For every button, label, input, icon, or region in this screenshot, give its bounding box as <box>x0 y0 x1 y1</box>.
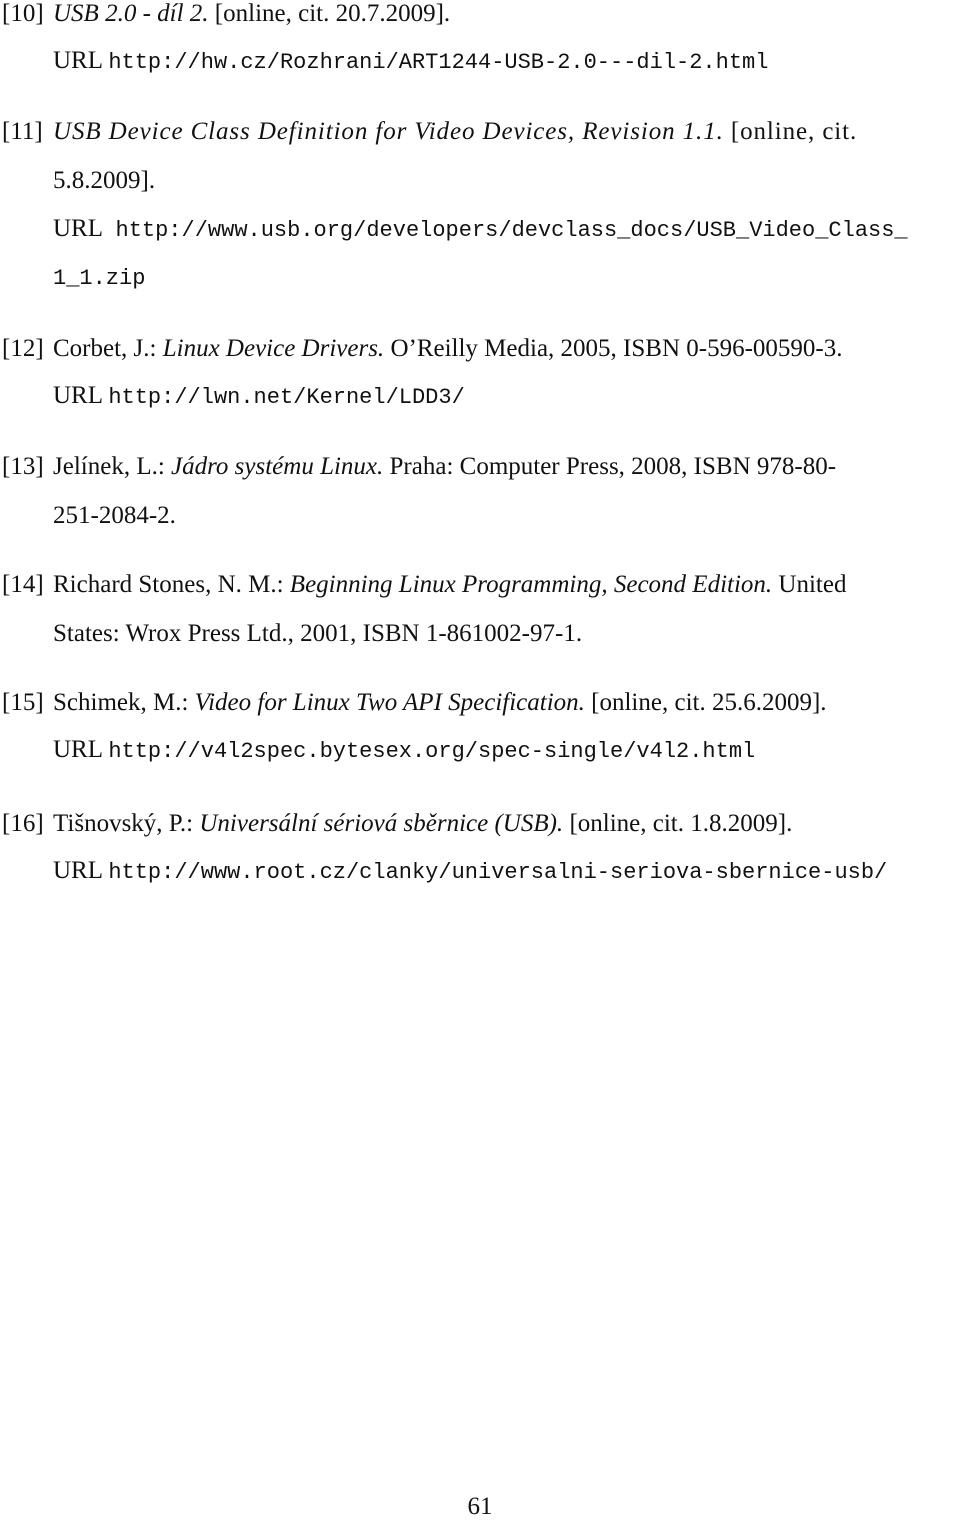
reference-url-link[interactable]: http://www.root.cz/clanky/universalni-se… <box>108 860 887 885</box>
reference-author: Corbet, J.: <box>53 335 163 362</box>
reference-number: [14] <box>2 571 44 598</box>
reference-number: [11] <box>2 118 43 145</box>
reference-url-link[interactable]: http://hw.cz/Rozhrani/ART1244-USB-2.0---… <box>108 50 768 75</box>
reference-author: Schimek, M.: <box>53 689 195 716</box>
reference-title: Jádro systému Linux. <box>171 453 384 480</box>
reference-url-line: URL http://www.usb.org/developers/devcla… <box>53 215 908 243</box>
reference-number: [13] <box>2 453 44 480</box>
reference-line: Richard Stones, N. M.: Beginning Linux P… <box>53 571 846 599</box>
reference-details: [online, cit. 20.7.2009]. <box>208 0 451 27</box>
reference-line: USB 2.0 - díl 2. [online, cit. 20.7.2009… <box>53 0 450 28</box>
reference-title: Video for Linux Two API Specification. <box>194 689 585 716</box>
reference-details: [online, cit. <box>723 118 858 145</box>
reference-number: [10] <box>2 0 44 27</box>
reference-title: Universální sériová sběrnice (USB). <box>199 810 564 837</box>
reference-url-link[interactable]: http://v4l2spec.bytesex.org/spec-single/… <box>108 739 755 764</box>
reference-url-line: URL http://v4l2spec.bytesex.org/spec-sin… <box>53 736 755 764</box>
reference-details: [online, cit. 25.6.2009]. <box>584 689 827 716</box>
reference-details: O’Reilly Media, 2005, ISBN 0-596-00590-3… <box>384 335 843 362</box>
reference-details: Praha: Computer Press, 2008, ISBN 978-80… <box>383 453 837 480</box>
reference-line: Corbet, J.: Linux Device Drivers. O’Reil… <box>53 335 842 363</box>
url-label: URL <box>53 382 103 409</box>
reference-continuation: 251-2084-2. <box>53 502 176 529</box>
reference-author: Jelínek, L.: <box>53 453 172 480</box>
reference-url-line: URL http://www.root.cz/clanky/universaln… <box>53 857 887 885</box>
reference-author: Richard Stones, N. M.: <box>53 571 290 598</box>
page-number: 61 <box>467 1493 493 1520</box>
reference-line: Jelínek, L.: Jádro systému Linux. Praha:… <box>53 453 836 481</box>
url-label: URL <box>53 857 103 884</box>
reference-line: Schimek, M.: Video for Linux Two API Spe… <box>53 689 827 717</box>
reference-url-line: URL http://lwn.net/Kernel/LDD3/ <box>53 382 465 410</box>
reference-line: Tišnovský, P.: Universální sériová sběrn… <box>53 810 792 838</box>
reference-number: [15] <box>2 689 44 716</box>
url-label: URL <box>53 47 103 74</box>
reference-url-link[interactable]: http://www.usb.org/developers/devclass_d… <box>116 218 908 243</box>
url-label: URL <box>53 215 103 242</box>
reference-line: USB Device Class Definition for Video De… <box>53 118 857 146</box>
reference-url-continuation[interactable]: 1_1.zip <box>53 266 145 291</box>
reference-continuation: 5.8.2009]. <box>53 167 156 194</box>
reference-details: United <box>772 571 847 598</box>
reference-title: Linux Device Drivers. <box>162 335 385 362</box>
url-label: URL <box>53 736 103 763</box>
reference-title: USB 2.0 - díl 2. <box>53 0 209 27</box>
reference-url-link[interactable]: http://lwn.net/Kernel/LDD3/ <box>108 385 464 410</box>
reference-title: USB Device Class Definition for Video De… <box>53 118 724 145</box>
reference-url-line: URL http://hw.cz/Rozhrani/ART1244-USB-2.… <box>53 47 768 75</box>
reference-title: Beginning Linux Programming, Second Edit… <box>289 571 773 598</box>
reference-continuation: States: Wrox Press Ltd., 2001, ISBN 1-86… <box>53 620 583 647</box>
reference-number: [16] <box>2 810 44 837</box>
reference-number: [12] <box>2 335 44 362</box>
reference-author: Tišnovský, P.: <box>53 810 200 837</box>
reference-details: [online, cit. 1.8.2009]. <box>563 810 793 837</box>
